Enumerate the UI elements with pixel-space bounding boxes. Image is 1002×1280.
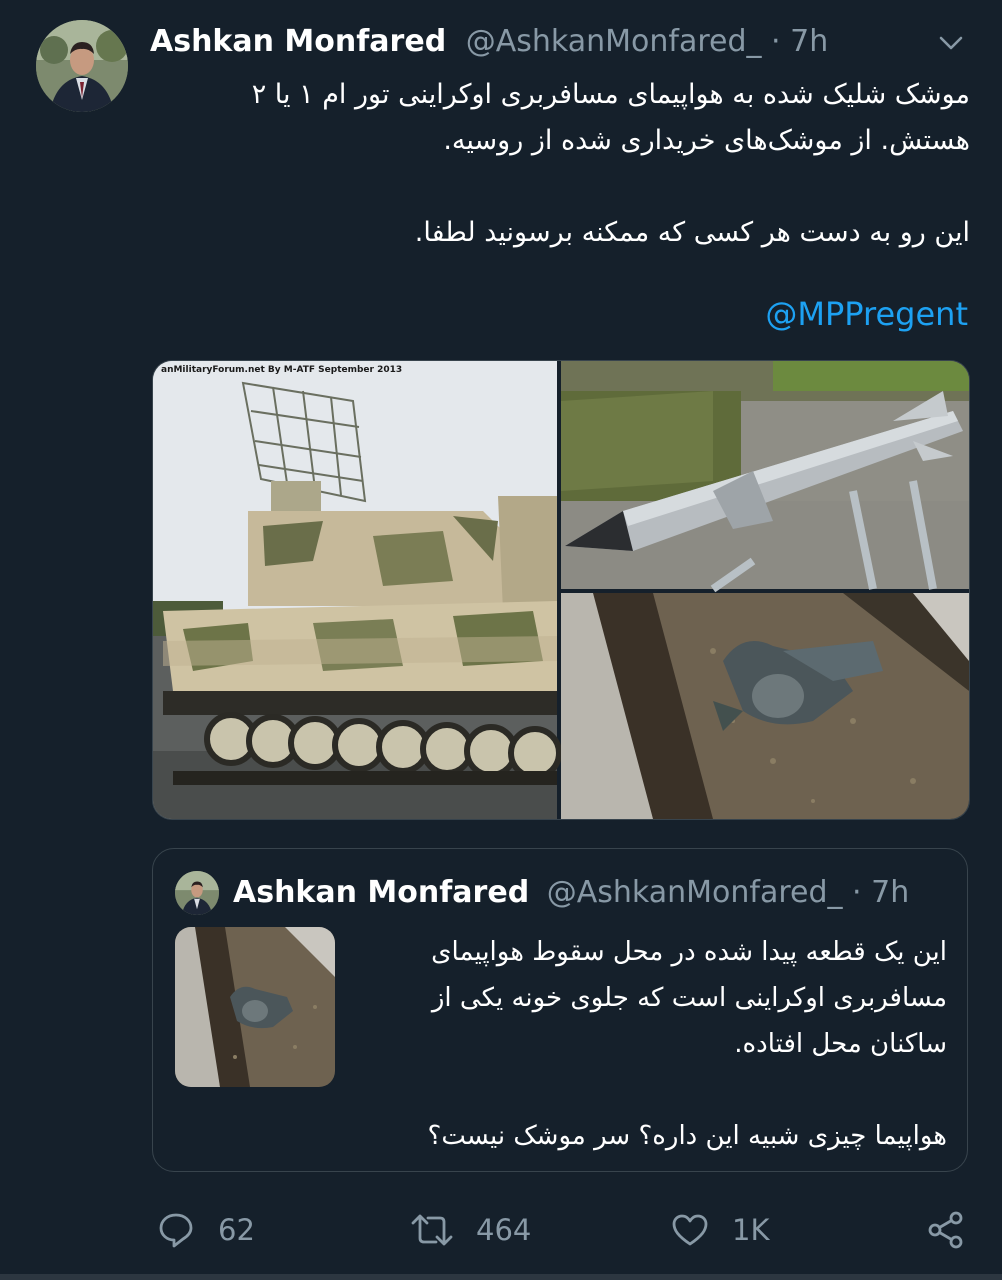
tweet-text: موشک شلیک شده به هواپیمای مسافربری اوکرا…	[150, 72, 970, 256]
quoted-tweet[interactable]: Ashkan Monfared @AshkanMonfared_ · 7h ای…	[152, 848, 968, 1172]
divider	[0, 1274, 1002, 1280]
tweet-action-bar: 62 464 1K	[0, 1200, 1002, 1260]
separator: ·	[771, 24, 781, 59]
tweet-text-line: موشک شلیک شده به هواپیمای مسافربری اوکرا…	[251, 79, 970, 110]
tweet-text-paragraph: این رو به دست هر کسی که ممکنه برسونید لط…	[414, 217, 970, 248]
author-name[interactable]: Ashkan Monfared	[150, 24, 446, 59]
author-avatar[interactable]	[36, 20, 128, 112]
separator: ·	[852, 875, 862, 910]
reply-count: 62	[218, 1213, 255, 1247]
retweet-icon	[411, 1214, 453, 1246]
media-image-missile	[561, 361, 969, 593]
tweet-time[interactable]: 7h	[790, 24, 828, 59]
reply-icon	[159, 1213, 193, 1248]
mention-link[interactable]: @MPPregent	[765, 294, 968, 334]
retweet-button[interactable]: 464	[410, 1210, 531, 1250]
quoted-text-paragraph: هواپیما چیزی شبیه این داره؟ سر موشک نیست…	[427, 1121, 947, 1151]
quoted-author-handle: @AshkanMonfared_	[546, 875, 843, 910]
quoted-text-line: این یک قطعه پیدا شده در محل سقوط هواپیما…	[431, 937, 947, 967]
tweet-media-grid[interactable]: anMilitaryForum.net By M-ATF September 2…	[152, 360, 970, 820]
quoted-author-name: Ashkan Monfared	[233, 875, 530, 910]
quoted-text-line: مسافربری اوکراینی است که جلوی خونه یکی ا…	[431, 983, 947, 1013]
quoted-text-line: ساکنان محل افتاده.	[734, 1029, 947, 1059]
chevron-down-icon[interactable]	[936, 30, 966, 56]
author-handle[interactable]: @AshkanMonfared_	[466, 24, 762, 59]
tweet-header: Ashkan Monfared @AshkanMonfared_ · 7h	[150, 24, 828, 60]
media-image-debris	[561, 593, 969, 819]
share-icon	[928, 1211, 963, 1249]
media-image-launcher	[153, 361, 562, 819]
like-icon	[672, 1214, 708, 1246]
quoted-tweet-time: 7h	[871, 875, 910, 910]
like-button[interactable]: 1K	[670, 1210, 769, 1250]
image-watermark: anMilitaryForum.net By M-ATF September 2…	[161, 365, 403, 375]
reply-button[interactable]: 62	[156, 1210, 255, 1250]
quoted-tweet-header: Ashkan Monfared @AshkanMonfared_ · 7h	[233, 873, 909, 913]
quoted-media-thumbnail[interactable]	[175, 927, 335, 1087]
quoted-author-avatar	[175, 871, 219, 915]
retweet-count: 464	[476, 1213, 532, 1247]
tweet-text-line: هستش. از موشک‌های خریداری شده از روسیه.	[443, 125, 970, 156]
share-button[interactable]	[926, 1210, 988, 1250]
like-count: 1K	[732, 1213, 770, 1247]
quoted-tweet-text: این یک قطعه پیدا شده در محل سقوط هواپیما…	[349, 929, 947, 1159]
